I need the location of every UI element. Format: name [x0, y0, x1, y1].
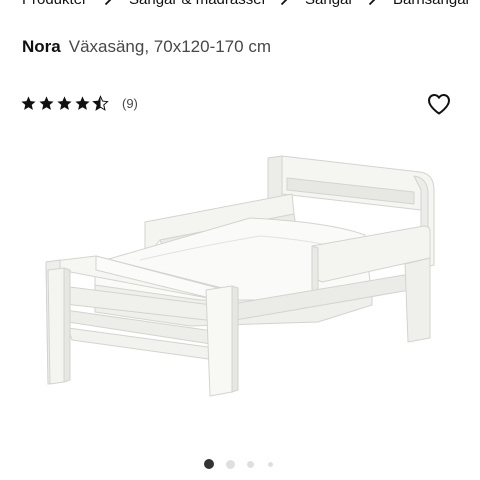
star-icon [39, 95, 54, 110]
chevron-right-icon [278, 0, 290, 6]
breadcrumb-item-sangar-madrasser[interactable]: Sängar & madrasser [129, 0, 267, 8]
star-icon [75, 95, 90, 110]
star-icon [21, 95, 36, 110]
product-image[interactable] [0, 135, 480, 440]
product-title: Nora Växasäng, 70x120-170 cm [22, 37, 271, 57]
rating-stars [20, 94, 110, 112]
carousel-dot[interactable] [267, 461, 273, 467]
breadcrumb-item-produkter[interactable]: Produkter [22, 0, 87, 8]
carousel-dot[interactable] [225, 459, 235, 469]
chevron-right-icon [366, 0, 378, 6]
product-description: Växasäng, 70x120-170 cm [68, 37, 271, 56]
bed-illustration [45, 155, 435, 397]
breadcrumb-item-sangar[interactable]: Sängar [305, 0, 353, 8]
star-icon [92, 94, 109, 111]
product-name: Nora [22, 37, 61, 56]
chevron-right-icon [102, 0, 114, 6]
breadcrumb: Produkter Sängar & madrasser Sängar Barn… [0, 0, 480, 11]
carousel-dot-active[interactable] [204, 459, 214, 469]
carousel-dot[interactable] [246, 460, 254, 468]
review-count[interactable]: (9) [122, 96, 138, 111]
star-icon [57, 95, 72, 110]
rating[interactable]: (9) [20, 93, 138, 113]
carousel-dots [0, 458, 480, 470]
heart-outline-icon[interactable] [427, 93, 451, 115]
breadcrumb-item-barnsangar[interactable]: Barnsängar [393, 0, 471, 8]
